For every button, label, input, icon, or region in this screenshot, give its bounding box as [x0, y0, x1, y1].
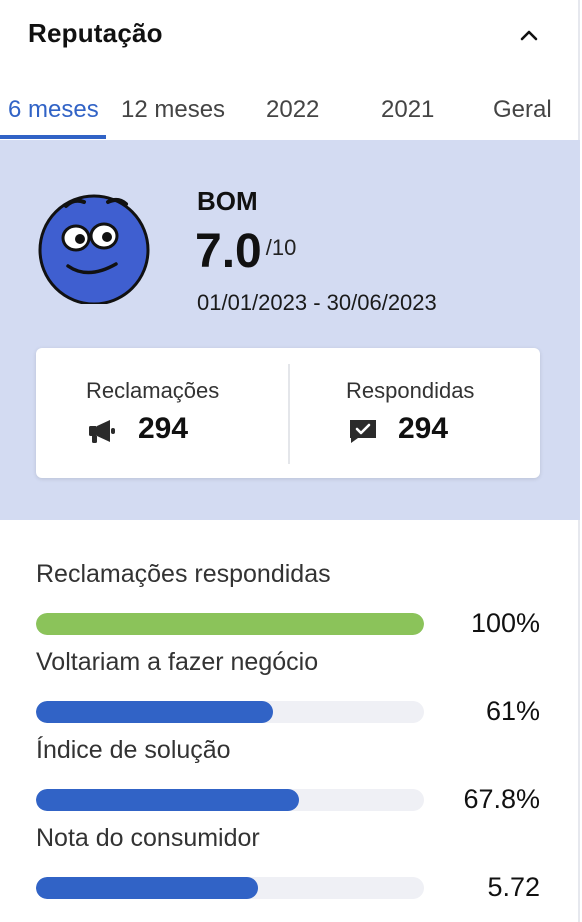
- stat-complaints: Reclamações 294: [36, 348, 288, 478]
- reputation-panel: Reputação 6 meses 12 meses 2022 2021 Ger…: [0, 0, 580, 922]
- progress-fill: [36, 613, 424, 635]
- metric-label: Reclamações respondidas: [36, 560, 331, 588]
- metric-answered: Reclamações respondidas 100%: [36, 560, 546, 648]
- metric-solution-index: Índice de solução 67.8%: [36, 736, 546, 824]
- progress-fill: [36, 877, 258, 899]
- score-max: /10: [265, 235, 297, 260]
- reputation-title: Reputação: [28, 18, 163, 48]
- megaphone-icon: [89, 420, 115, 443]
- progress-fill: [36, 701, 273, 723]
- stat-answered: Respondidas 294: [290, 348, 542, 478]
- metric-consumer-score: Nota do consumidor 5.72: [36, 824, 546, 912]
- metric-label: Índice de solução: [36, 736, 231, 764]
- progress-track: [36, 877, 424, 899]
- stats-card: Reclamações 294 Respondidas 294: [36, 348, 540, 478]
- date-range: 01/01/2023 - 30/06/2023: [197, 290, 437, 315]
- rating-label: BOM: [197, 186, 258, 216]
- progress-fill: [36, 789, 300, 811]
- score-value: 7.0: [195, 225, 262, 278]
- reputation-header[interactable]: Reputação: [28, 16, 548, 52]
- metric-value: 61%: [485, 696, 540, 726]
- progress-track: [36, 613, 424, 635]
- tab-2022[interactable]: 2022: [266, 96, 319, 124]
- metric-value: 5.72: [487, 872, 540, 902]
- metric-would-return: Voltariam a fazer negócio 61%: [36, 648, 546, 736]
- progress-track: [36, 789, 424, 811]
- tab-6-meses[interactable]: 6 meses: [8, 96, 99, 124]
- tab-2021[interactable]: 2021: [381, 96, 434, 124]
- complaints-label: Reclamações: [86, 378, 220, 403]
- tab-12-meses[interactable]: 12 meses: [121, 96, 225, 124]
- tab-geral[interactable]: Geral: [493, 96, 552, 124]
- complaints-value: 294: [138, 412, 189, 445]
- progress-track: [36, 701, 424, 723]
- smiley-face-icon: [38, 194, 150, 304]
- score-line: 7.0/10: [195, 224, 296, 280]
- metric-value: 100%: [470, 608, 540, 638]
- metric-label: Nota do consumidor: [36, 824, 260, 852]
- period-tabs: 6 meses 12 meses 2022 2021 Geral: [0, 84, 580, 140]
- metric-label: Voltariam a fazer negócio: [36, 648, 319, 676]
- answered-chat-icon: [350, 420, 376, 443]
- score-summary: BOM 7.0/10 01/01/2023 - 30/06/2023 Recla…: [0, 140, 580, 520]
- metric-value: 67.8%: [463, 784, 540, 814]
- answered-label: Respondidas: [346, 378, 475, 403]
- answered-value: 294: [398, 412, 449, 445]
- chevron-up-icon[interactable]: [518, 24, 540, 46]
- active-tab-indicator: [0, 135, 106, 139]
